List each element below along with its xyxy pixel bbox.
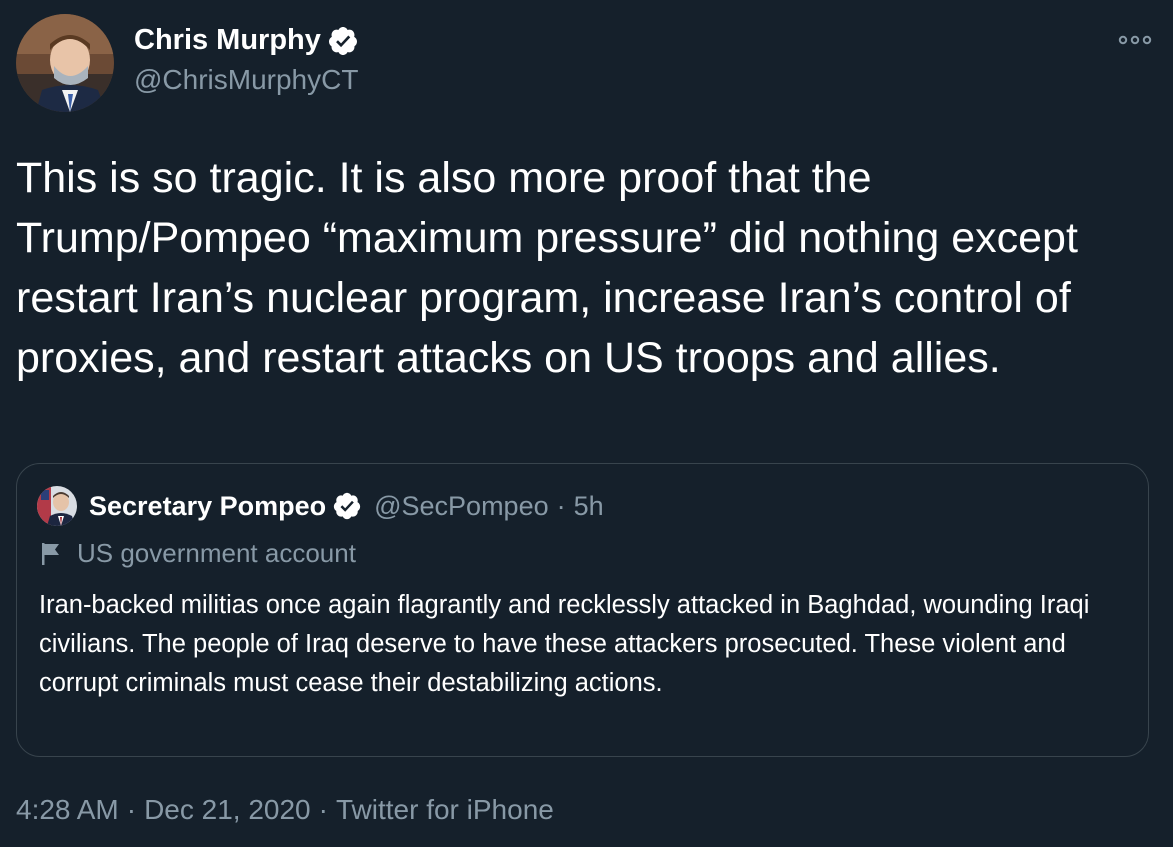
author-name-row[interactable]: Chris Murphy (134, 24, 359, 57)
quoted-separator: · (556, 490, 566, 521)
government-account-text: US government account (77, 538, 356, 568)
verified-badge-icon (327, 25, 359, 57)
quoted-tweet-text: Iran-backed militias once again flagrant… (39, 591, 1090, 697)
flag-icon (42, 542, 59, 565)
author-avatar[interactable] (16, 14, 114, 112)
quoted-author-avatar (37, 486, 77, 526)
metadata-separator: · (318, 794, 328, 825)
quoted-tweet-card[interactable]: Secretary Pompeo @SecPompeo · 5h US gove… (16, 463, 1149, 757)
metadata-separator: · (126, 794, 137, 825)
quoted-header: Secretary Pompeo @SecPompeo · 5h (89, 486, 604, 526)
quoted-author-handle: @SecPompeo (374, 490, 549, 521)
author-handle[interactable]: @ChrisMurphyCT (134, 64, 358, 96)
author-name[interactable]: Chris Murphy (134, 24, 321, 57)
tweet-source[interactable]: Twitter for iPhone (336, 794, 554, 825)
quoted-verified-badge-icon (332, 491, 362, 521)
tweet-time[interactable]: 4:28 AM (16, 794, 119, 825)
government-account-label: US government account (39, 538, 356, 569)
tweet-date[interactable]: Dec 21, 2020 (144, 794, 311, 825)
more-dots-icon (1118, 35, 1152, 45)
quoted-author-name[interactable]: Secretary Pompeo (89, 491, 326, 522)
tweet-metadata: 4:28 AM · Dec 21, 2020 · Twitter for iPhone (16, 794, 554, 826)
more-options-button[interactable] (1115, 26, 1155, 54)
quoted-timestamp[interactable]: 5h (574, 491, 604, 522)
tweet-text: This is so tragic. It is also more proof… (16, 154, 1078, 382)
